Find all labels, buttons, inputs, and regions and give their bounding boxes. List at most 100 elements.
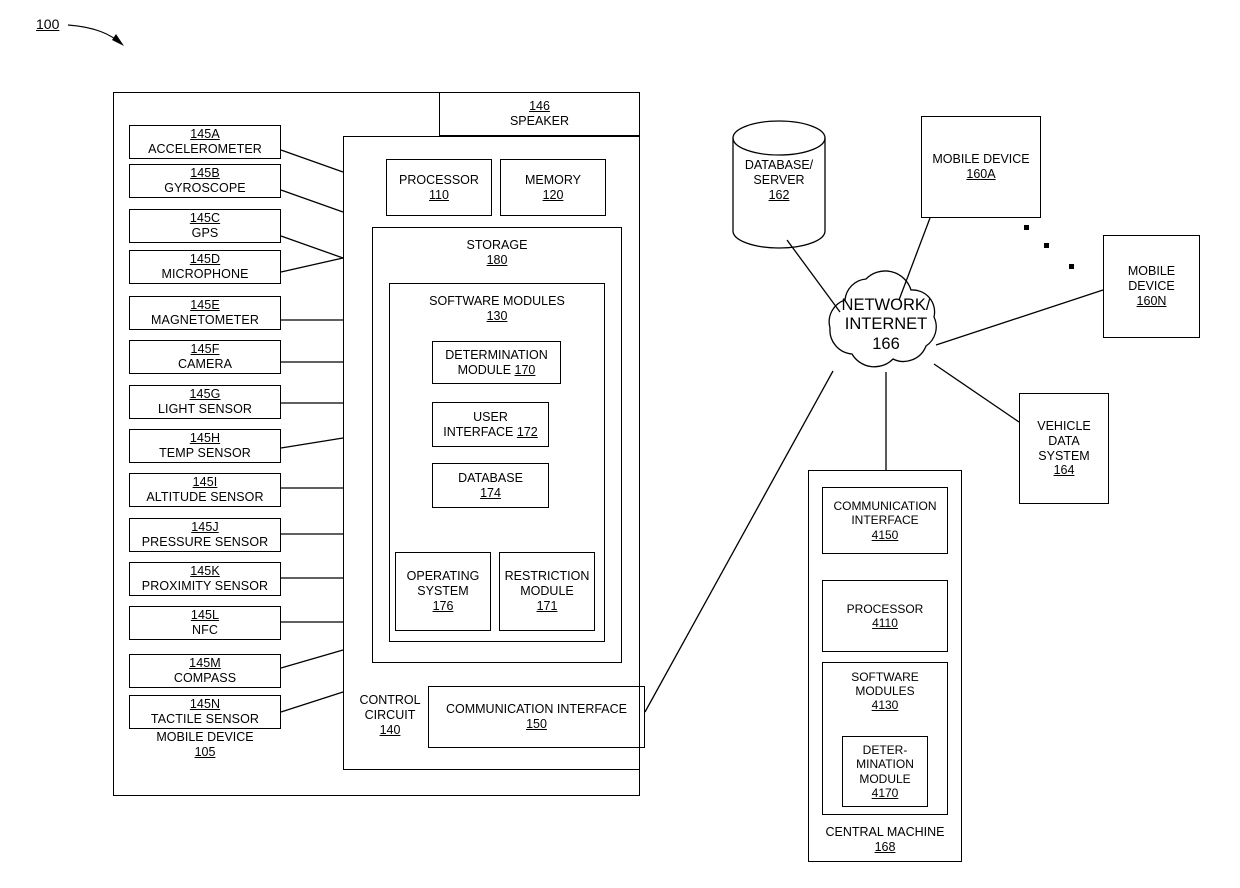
processor-number: 110	[429, 187, 449, 202]
central-communication-interface-label: COMMUNICATION INTERFACE	[833, 499, 937, 528]
mobile-device-title-group: MOBILE DEVICE 105	[129, 730, 281, 760]
mobile-device-title: MOBILE DEVICE	[156, 730, 254, 744]
sensor-temp: 145H TEMP SENSOR	[129, 429, 281, 463]
sensor-altitude: 145I ALTITUDE SENSOR	[129, 473, 281, 507]
sensor-label: NFC	[192, 623, 218, 637]
central-software-modules-label-group: SOFTWARE MODULES 4130	[822, 670, 948, 712]
determination-module-number: 170	[514, 362, 536, 377]
software-modules-number: 130	[486, 308, 508, 323]
storage-label-group: STORAGE 180	[372, 238, 622, 268]
sensor-number: 145J	[191, 520, 219, 535]
software-modules-label: SOFTWARE MODULES	[429, 294, 565, 308]
patent-figure-canvas: 100 145A ACCELEROMETER 145B GYROSCOPE 14…	[0, 0, 1240, 888]
sensor-label: PRESSURE SENSOR	[141, 535, 269, 549]
sensor-magnetometer: 145E MAGNETOMETER	[129, 296, 281, 330]
sensor-compass: 145M COMPASS	[129, 654, 281, 688]
database-server-label-group: DATABASE/ SERVER 162	[733, 158, 825, 202]
central-determination-module-number: 4170	[871, 785, 899, 800]
mobile-device-160n-box: MOBILE DEVICE 160N	[1103, 235, 1200, 338]
link-mdn-to-network	[935, 289, 1104, 346]
network-cloud-line1: NETWORK/	[841, 296, 931, 314]
sensor-number: 145B	[190, 166, 220, 181]
database-module-label: DATABASE	[458, 470, 523, 485]
sensor-number: 145I	[192, 475, 218, 490]
sensor-accelerometer: 145A ACCELEROMETER	[129, 125, 281, 159]
speaker-box: 146 SPEAKER	[439, 92, 640, 136]
storage-number: 180	[486, 252, 508, 267]
central-communication-interface-number: 4150	[871, 527, 899, 542]
speaker-number: 146	[529, 98, 550, 113]
sensor-number: 145D	[189, 252, 221, 267]
determination-module-label: DETERMINATION MODULE 170	[445, 347, 548, 377]
sensor-label: PROXIMITY SENSOR	[141, 579, 269, 593]
central-determination-module-label: DETER- MINATION MODULE	[856, 743, 914, 786]
central-processor-number: 4110	[872, 616, 898, 630]
sensor-number: 145K	[190, 564, 220, 579]
network-cloud-number: 166	[872, 334, 900, 353]
sensor-tactile: 145N TACTILE SENSOR	[129, 695, 281, 729]
database-server-line2: SERVER	[753, 172, 805, 187]
sensor-number: 145F	[190, 342, 220, 357]
vehicle-data-system-label: VEHICLE DATA SYSTEM	[1037, 419, 1091, 463]
sensor-label: COMPASS	[173, 671, 237, 685]
sensor-gps: 145C GPS	[129, 209, 281, 243]
operating-system-number: 176	[432, 598, 454, 613]
mobile-device-number: 105	[194, 744, 216, 759]
sensor-number: 145H	[189, 431, 221, 446]
memory-label: MEMORY	[524, 172, 582, 187]
restriction-module-box: RESTRICTION MODULE 171	[499, 552, 595, 631]
operating-system-label: OPERATING SYSTEM	[406, 569, 480, 599]
network-cloud-line2: INTERNET	[844, 315, 928, 334]
sensor-label: GYROSCOPE	[164, 181, 246, 195]
sensor-label: MICROPHONE	[161, 267, 249, 281]
mobile-device-160n-number: 160N	[1136, 293, 1167, 308]
central-processor-box: PROCESSOR 4110	[822, 580, 948, 652]
figure-number: 100	[36, 16, 60, 32]
user-interface-label: USER INTERFACE 172	[443, 409, 538, 439]
speaker-label: SPEAKER	[509, 113, 570, 128]
link-vds-to-network	[933, 363, 1020, 423]
user-interface-box: USER INTERFACE 172	[432, 402, 549, 447]
network-cloud-label-group: NETWORK/ INTERNET 166	[820, 296, 952, 354]
sensor-label: TACTILE SENSOR	[150, 712, 260, 726]
control-circuit-label-group: CONTROL CIRCUIT 140	[352, 693, 428, 737]
sensor-proximity: 145K PROXIMITY SENSOR	[129, 562, 281, 596]
database-server-number: 162	[768, 187, 790, 202]
central-determination-module-box: DETER- MINATION MODULE 4170	[842, 736, 928, 807]
sensor-number: 145L	[190, 608, 220, 623]
processor-box: PROCESSOR 110	[386, 159, 492, 216]
memory-box: MEMORY 120	[500, 159, 606, 216]
sensor-camera: 145F CAMERA	[129, 340, 281, 374]
database-module-box: DATABASE 174	[432, 463, 549, 508]
sensor-label: ACCELEROMETER	[148, 142, 262, 156]
control-circuit-label: CONTROL CIRCUIT	[359, 693, 421, 722]
communication-interface-label: COMMUNICATION INTERFACE	[445, 702, 628, 717]
sensor-pressure: 145J PRESSURE SENSOR	[129, 518, 281, 552]
figure-leader-line	[67, 24, 123, 45]
sensor-label: LIGHT SENSOR	[157, 402, 253, 416]
restriction-module-label: RESTRICTION MODULE	[504, 569, 590, 599]
sensor-number: 145G	[189, 387, 221, 402]
central-communication-interface-box: COMMUNICATION INTERFACE 4150	[822, 487, 948, 554]
software-modules-label-group: SOFTWARE MODULES 130	[389, 294, 605, 324]
user-interface-number: 172	[516, 424, 538, 439]
vehicle-data-system-box: VEHICLE DATA SYSTEM 164	[1019, 393, 1109, 504]
mobile-device-160n-label: MOBILE DEVICE	[1127, 264, 1176, 294]
sensor-number: 145C	[189, 211, 221, 226]
sensor-number: 145M	[189, 656, 221, 671]
communication-interface-number: 150	[526, 717, 547, 731]
sensor-microphone: 145D MICROPHONE	[129, 250, 281, 284]
sensor-number: 145E	[190, 298, 220, 313]
sensor-nfc: 145L NFC	[129, 606, 281, 640]
central-processor-label: PROCESSOR	[846, 601, 924, 616]
central-machine-title: CENTRAL MACHINE	[825, 825, 945, 839]
mobile-device-160a-box: MOBILE DEVICE 160A	[921, 116, 1041, 218]
sensor-number: 145A	[190, 127, 220, 142]
central-machine-title-group: CENTRAL MACHINE 168	[808, 825, 962, 855]
vehicle-data-system-number: 164	[1053, 463, 1075, 478]
mobile-device-160a-label: MOBILE DEVICE	[932, 152, 1030, 167]
sensor-light: 145G LIGHT SENSOR	[129, 385, 281, 419]
central-software-modules-label: SOFTWARE MODULES	[851, 670, 919, 699]
database-module-number: 174	[480, 485, 501, 500]
communication-interface-box: COMMUNICATION INTERFACE 150	[428, 686, 645, 748]
